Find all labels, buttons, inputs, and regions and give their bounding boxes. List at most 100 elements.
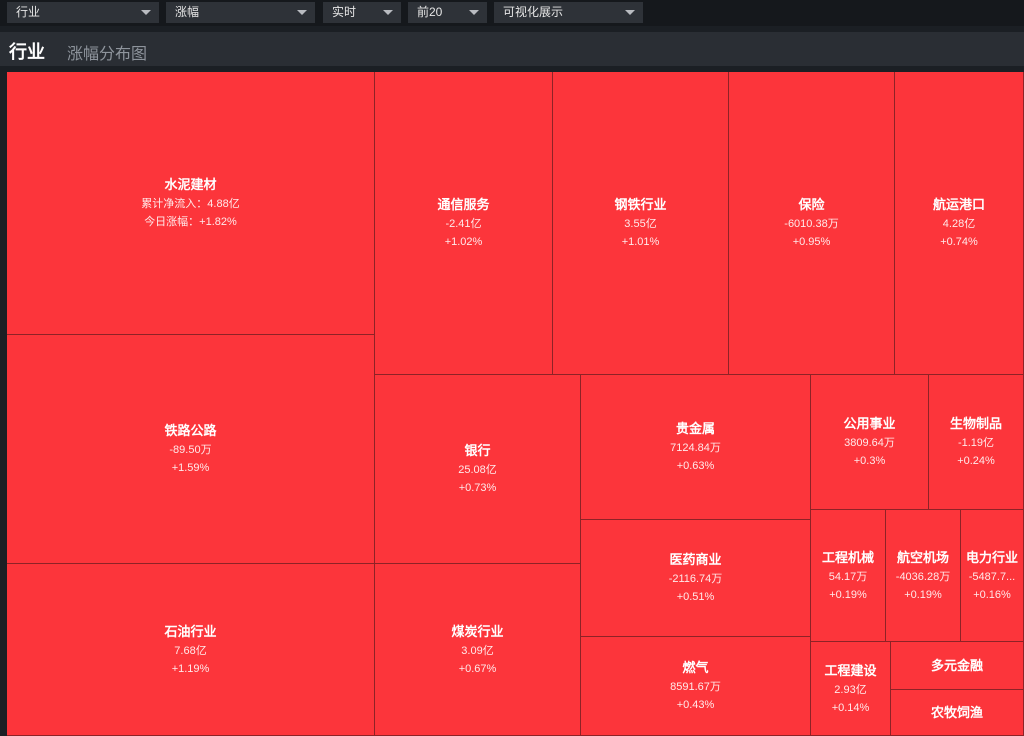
treemap-cell-name: 公用事业 bbox=[843, 416, 896, 431]
treemap-cell[interactable]: 石油行业 7.68亿 +1.19% bbox=[7, 564, 375, 736]
treemap-cell-change: +0.24% bbox=[957, 455, 995, 467]
treemap-cell-content: 电力行业 -5487.7... +0.16% bbox=[961, 548, 1023, 604]
treemap-cell-content: 工程建设 2.93亿 +0.14% bbox=[811, 661, 890, 717]
treemap-cell[interactable]: 航空机场 -4036.28万 +0.19% bbox=[886, 510, 961, 642]
treemap-cell[interactable]: 通信服务 -2.41亿 +1.02% bbox=[375, 72, 553, 375]
treemap-cell-change: 今日涨幅：+1.82% bbox=[144, 216, 237, 228]
treemap-cell-name: 银行 bbox=[464, 443, 491, 458]
treemap-cell[interactable]: 生物制品 -1.19亿 +0.24% bbox=[929, 375, 1024, 510]
treemap-cell-content: 燃气 8591.67万 +0.43% bbox=[581, 658, 810, 714]
filter-toolbar: 行业 涨幅 实时 前20 可视化展示 bbox=[0, 0, 1024, 26]
treemap-cell-name: 航运港口 bbox=[932, 197, 985, 212]
treemap-cell-change: +0.51% bbox=[676, 591, 715, 603]
treemap-cell[interactable]: 煤炭行业 3.09亿 +0.67% bbox=[375, 564, 581, 736]
treemap-cell-content: 通信服务 -2.41亿 +1.02% bbox=[375, 195, 552, 251]
treemap-cell-name: 水泥建材 bbox=[164, 177, 217, 192]
treemap-cell-change: +0.74% bbox=[940, 236, 978, 248]
treemap-cell[interactable]: 多元金融 bbox=[891, 642, 1024, 690]
treemap-cell-content: 公用事业 3809.64万 +0.3% bbox=[811, 414, 928, 470]
treemap-cell-name: 电力行业 bbox=[965, 549, 1018, 565]
treemap-cell[interactable]: 公用事业 3809.64万 +0.3% bbox=[811, 375, 929, 510]
treemap-cell[interactable]: 银行 25.08亿 +0.73% bbox=[375, 375, 581, 564]
treemap-cell-net-inflow: -4036.28万 bbox=[895, 570, 951, 583]
treemap-cell-name: 航空机场 bbox=[896, 549, 949, 565]
treemap-cell-change: +0.43% bbox=[676, 699, 715, 711]
treemap-cell-name: 多元金融 bbox=[930, 657, 983, 673]
treemap-cell-content: 水泥建材累计净流入：4.88亿 今日涨幅：+1.82% bbox=[7, 175, 374, 231]
treemap-cell-name: 农牧饲渔 bbox=[930, 704, 983, 720]
view-select[interactable]: 可视化展示 bbox=[494, 2, 643, 23]
industry-select-value: 行业 bbox=[16, 5, 41, 19]
treemap-cell-name: 石油行业 bbox=[164, 623, 217, 639]
treemap-cell-name: 贵金属 bbox=[675, 421, 715, 436]
treemap-cell-net-inflow: 8591.67万 bbox=[670, 681, 721, 693]
treemap-cell-net-inflow: 3809.64万 bbox=[844, 437, 895, 449]
chevron-down-icon bbox=[625, 10, 635, 15]
treemap-cell[interactable]: 燃气 8591.67万 +0.43% bbox=[581, 637, 811, 736]
realtime-select-value: 实时 bbox=[332, 5, 357, 19]
treemap-cell-name: 燃气 bbox=[682, 660, 709, 675]
treemap-cell-net-inflow: -1.19亿 bbox=[957, 437, 995, 449]
treemap-cell[interactable]: 工程机械 54.17万 +0.19% bbox=[811, 510, 886, 642]
treemap-cell-content: 农牧饲渔 bbox=[891, 703, 1023, 723]
treemap-cell[interactable]: 航运港口 4.28亿 +0.74% bbox=[895, 72, 1024, 375]
treemap-cell-net-inflow: 3.09亿 bbox=[461, 644, 494, 657]
treemap-cell[interactable]: 贵金属 7124.84万 +0.63% bbox=[581, 375, 811, 520]
treemap-cell-content: 钢铁行业 3.55亿 +1.01% bbox=[553, 195, 728, 251]
treemap-cell-net-inflow: 7124.84万 bbox=[670, 442, 721, 454]
treemap-cell-change: +1.01% bbox=[621, 236, 660, 248]
treemap-cell-name: 保险 bbox=[798, 197, 825, 212]
treemap-cell-change: +0.16% bbox=[973, 588, 1011, 601]
treemap-cell[interactable]: 农牧饲渔 bbox=[891, 690, 1024, 736]
treemap-cell-content: 生物制品 -1.19亿 +0.24% bbox=[929, 414, 1023, 470]
change-select[interactable]: 涨幅 bbox=[166, 2, 315, 23]
treemap-cell[interactable]: 工程建设 2.93亿 +0.14% bbox=[811, 642, 891, 736]
treemap-cell[interactable]: 电力行业 -5487.7... +0.16% bbox=[961, 510, 1024, 642]
treemap-cell-net-inflow: 3.55亿 bbox=[624, 218, 657, 230]
industry-select[interactable]: 行业 bbox=[7, 2, 159, 23]
treemap-cell-change: +0.95% bbox=[792, 236, 831, 248]
treemap-cell-change: +0.19% bbox=[904, 588, 942, 601]
treemap-cell-content: 银行 25.08亿 +0.73% bbox=[375, 441, 580, 497]
treemap-cell-net-inflow: 7.68亿 bbox=[174, 644, 207, 657]
treemap-cell[interactable]: 医药商业 -2116.74万 +0.51% bbox=[581, 520, 811, 637]
treemap-cell-name: 医药商业 bbox=[669, 552, 722, 567]
page-subtitle: 涨幅分布图 bbox=[67, 46, 148, 63]
treemap-cell[interactable]: 钢铁行业 3.55亿 +1.01% bbox=[553, 72, 729, 375]
treemap-cell-content: 航空机场 -4036.28万 +0.19% bbox=[886, 548, 960, 604]
treemap-cell-name: 生物制品 bbox=[949, 416, 1002, 431]
treemap-cell-name: 工程建设 bbox=[824, 662, 877, 678]
treemap-cell-content: 医药商业 -2116.74万 +0.51% bbox=[581, 550, 810, 606]
realtime-select[interactable]: 实时 bbox=[323, 2, 401, 23]
treemap-cell-net-inflow: -2.41亿 bbox=[445, 218, 482, 230]
treemap-cell-change: +0.73% bbox=[458, 482, 497, 494]
treemap-cell-name: 通信服务 bbox=[437, 197, 490, 212]
top-select-value: 前20 bbox=[417, 5, 443, 19]
treemap-cell-change: +1.19% bbox=[171, 662, 210, 675]
chevron-down-icon bbox=[297, 10, 307, 15]
treemap-cell-content: 铁路公路 -89.50万 +1.59% bbox=[7, 421, 374, 477]
view-select-value: 可视化展示 bbox=[503, 5, 564, 19]
chevron-down-icon bbox=[383, 10, 393, 15]
treemap-cell-content: 航运港口 4.28亿 +0.74% bbox=[895, 195, 1023, 251]
top-select[interactable]: 前20 bbox=[408, 2, 487, 23]
treemap-cell-change: +1.59% bbox=[171, 462, 210, 474]
treemap-cell-change: +0.67% bbox=[458, 662, 497, 675]
treemap-cell-net-inflow: 54.17万 bbox=[828, 570, 868, 583]
treemap-cell-content: 贵金属 7124.84万 +0.63% bbox=[581, 419, 810, 475]
title-bar: 行业 涨幅分布图 bbox=[0, 32, 1024, 66]
treemap-cell-net-inflow: 4.28亿 bbox=[942, 218, 976, 230]
treemap-cell[interactable]: 水泥建材累计净流入：4.88亿 今日涨幅：+1.82% bbox=[7, 72, 375, 335]
treemap-chart: 水泥建材累计净流入：4.88亿 今日涨幅：+1.82% 铁路公路 -89.50万 +1.… bbox=[7, 72, 1024, 736]
treemap-cell-net-inflow: 累计净流入：4.88亿 bbox=[141, 198, 240, 210]
treemap-cell-change: +0.19% bbox=[829, 588, 867, 601]
treemap-cell-net-inflow: 25.08亿 bbox=[458, 464, 497, 476]
treemap-cell-change: +0.63% bbox=[676, 460, 715, 472]
treemap-cell-name: 工程机械 bbox=[821, 549, 874, 565]
treemap-cell[interactable]: 铁路公路 -89.50万 +1.59% bbox=[7, 335, 375, 564]
treemap-cell-name: 铁路公路 bbox=[164, 423, 217, 438]
treemap-cell[interactable]: 保险 -6010.38万 +0.95% bbox=[729, 72, 895, 375]
treemap-cell-content: 煤炭行业 3.09亿 +0.67% bbox=[375, 622, 580, 678]
treemap-cell-change: +0.3% bbox=[853, 455, 886, 467]
treemap-cell-content: 保险 -6010.38万 +0.95% bbox=[729, 195, 894, 251]
